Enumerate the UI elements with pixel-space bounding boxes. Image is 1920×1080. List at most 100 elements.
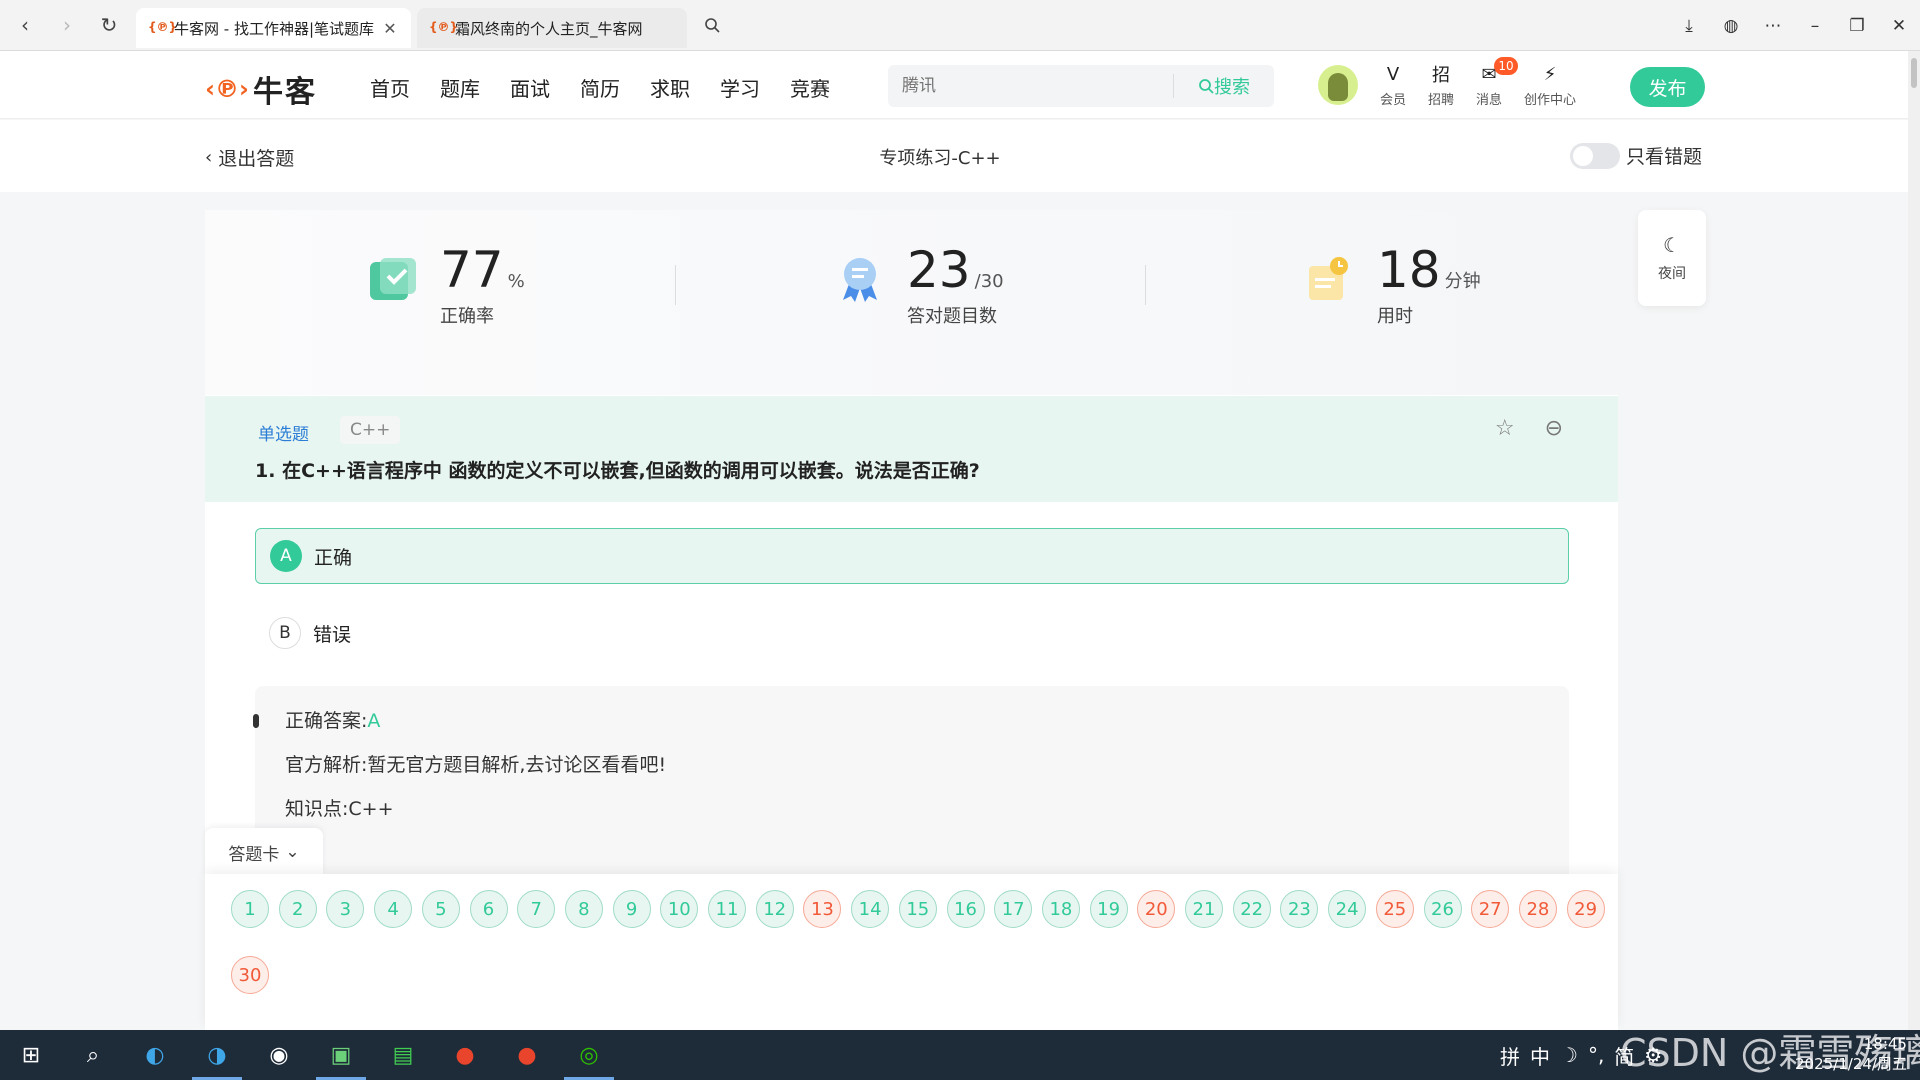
answer-card-item-14[interactable]: 14 (851, 890, 890, 928)
ime-moon-icon[interactable]: ☽ (1560, 1043, 1578, 1067)
wrong-only-toggle-wrap: 只看错题 (1570, 142, 1702, 169)
nav-item-learn[interactable]: 学习 (720, 73, 760, 102)
star-icon[interactable]: ☆ (1495, 416, 1515, 441)
answer-card-item-22[interactable]: 22 (1232, 890, 1271, 928)
nav-item-resume[interactable]: 简历 (580, 73, 620, 102)
ime-chinese[interactable]: 中 (1530, 1041, 1550, 1070)
recruit-button[interactable]: 招 招聘 (1428, 61, 1454, 108)
answer-card-item-6[interactable]: 6 (469, 890, 508, 928)
back-icon[interactable]: ‹ (8, 8, 42, 42)
qq-icon[interactable]: ◉ (248, 1030, 310, 1080)
wrong-only-label: 只看错题 (1626, 146, 1703, 168)
more-icon[interactable]: ⋯ (1752, 16, 1794, 36)
globe-icon[interactable]: ◍ (1710, 16, 1752, 36)
minimize-icon[interactable]: – (1794, 16, 1836, 36)
answer-card: 1 2 3 4 5 6 7 8 9 10 11 12 13 14 15 16 17 18 19 20 21 22 23 24 2… (205, 874, 1618, 1030)
nav-item-interview[interactable]: 面试 (510, 73, 550, 102)
xmind-icon[interactable]: ● (496, 1030, 558, 1080)
search-button-label: 搜索 (1214, 77, 1250, 98)
terminal-icon[interactable]: ▣ (310, 1030, 372, 1080)
answer-card-item-12[interactable]: 12 (755, 890, 794, 928)
taskbar-search-icon[interactable]: ⌕ (62, 1030, 124, 1080)
windows-start-icon[interactable]: ⊞ (0, 1030, 62, 1080)
question-body: 在C++语言程序中 函数的定义不可以嵌套,但函数的调用可以嵌套。说法是否正确? (282, 460, 980, 482)
answer-card-item-3[interactable]: 3 (326, 890, 365, 928)
answer-card-item-25[interactable]: 25 (1375, 890, 1414, 928)
answer-card-item-17[interactable]: 17 (994, 890, 1033, 928)
answer-card-item-5[interactable]: 5 (421, 890, 460, 928)
system-clock[interactable]: 18:45 2025/1/24/周五 (1795, 1034, 1907, 1074)
window-close-icon[interactable]: ✕ (1878, 16, 1920, 36)
correct-answer-label: 正确答案: (285, 710, 368, 732)
night-mode-button[interactable]: ☾ 夜间 (1638, 210, 1706, 306)
member-button[interactable]: V 会员 (1380, 61, 1406, 109)
answer-card-item-30[interactable]: 30 (231, 956, 269, 994)
logo[interactable]: ‹℗› 牛客 (205, 67, 317, 111)
ime-punct-icon[interactable]: °, (1588, 1043, 1604, 1067)
accuracy-stat: 77% 正确率 (368, 242, 525, 328)
xmind-icon[interactable]: ● (434, 1030, 496, 1080)
answer-card-item-26[interactable]: 26 (1423, 890, 1462, 928)
answer-card-item-27[interactable]: 27 (1471, 890, 1510, 928)
answer-card-item-16[interactable]: 16 (946, 890, 985, 928)
answer-card-item-7[interactable]: 7 (517, 890, 556, 928)
window-controls: ⤓ ◍ ⋯ – ❐ ✕ (1668, 0, 1920, 51)
answer-card-item-15[interactable]: 15 (898, 890, 937, 928)
search-button[interactable]: 搜索 (1174, 73, 1274, 99)
answer-card-item-21[interactable]: 21 (1185, 890, 1223, 928)
scrollbar[interactable] (1908, 51, 1920, 1030)
avatar[interactable] (1318, 65, 1358, 105)
scrollbar-thumb[interactable] (1911, 58, 1917, 88)
publish-button[interactable]: 发布 (1630, 67, 1705, 107)
answer-card-item-23[interactable]: 23 (1280, 890, 1319, 928)
answer-card-item-4[interactable]: 4 (374, 890, 413, 928)
vip-icon: V (1386, 63, 1400, 85)
answer-card-toggle[interactable]: 答题卡 ⌄ (205, 828, 323, 876)
creator-center-button[interactable]: ⚡ 创作中心 (1524, 61, 1576, 109)
answer-card-item-10[interactable]: 10 (660, 890, 699, 928)
qt-creator-icon[interactable]: ▤ (372, 1030, 434, 1080)
clock-note-icon (1309, 257, 1348, 300)
edge-icon[interactable]: ◐ (124, 1030, 186, 1080)
answer-card-item-11[interactable]: 11 (708, 890, 746, 928)
browser-tab-active[interactable]: {℗} 牛客网 - 找工作神器|笔试题库 ✕ (136, 8, 411, 48)
tab-search-icon[interactable] (695, 8, 729, 42)
answer-card-item-20[interactable]: 20 (1137, 890, 1176, 928)
minus-circle-icon[interactable]: ⊖ (1545, 416, 1563, 441)
analysis-marker (253, 714, 259, 728)
answer-card-item-28[interactable]: 28 (1518, 890, 1557, 928)
wrong-only-toggle[interactable] (1570, 142, 1620, 169)
option-b[interactable]: B 错误 (255, 605, 1569, 661)
stat-divider (1145, 265, 1146, 305)
download-icon[interactable]: ⤓ (1668, 16, 1710, 36)
forward-icon[interactable]: › (50, 8, 84, 42)
edge-browser-icon[interactable]: ◑ (186, 1030, 248, 1080)
option-a[interactable]: A 正确 (255, 528, 1569, 584)
answer-card-item-24[interactable]: 24 (1328, 890, 1367, 928)
browser-tab[interactable]: {℗} 霜风终南的个人主页_牛客网 (417, 8, 687, 48)
header-icons: V 会员 招 招聘 ✉ 10 消息 ⚡ 创作中心 (1380, 57, 1598, 109)
search-box: 搜索 (888, 65, 1274, 107)
wechat-icon[interactable]: ◎ (558, 1030, 620, 1080)
answer-card-item-8[interactable]: 8 (564, 890, 603, 928)
search-input[interactable] (888, 76, 1173, 96)
answer-card-item-19[interactable]: 19 (1089, 890, 1128, 928)
answer-card-item-9[interactable]: 9 (612, 890, 651, 928)
answer-card-item-13[interactable]: 13 (803, 890, 842, 928)
clock-date: 2025/1/24/周五 (1795, 1055, 1907, 1073)
refresh-icon[interactable]: ↻ (92, 8, 126, 42)
nav-item-home[interactable]: 首页 (370, 73, 410, 102)
answer-card-item-18[interactable]: 18 (1041, 890, 1080, 928)
nav-item-jobs[interactable]: 求职 (650, 73, 690, 102)
nav-item-contest[interactable]: 竞赛 (790, 73, 830, 102)
nav-item-questions[interactable]: 题库 (440, 73, 480, 102)
answer-card-item-29[interactable]: 29 (1566, 890, 1605, 928)
close-icon[interactable]: ✕ (381, 19, 399, 38)
ime-pinyin[interactable]: 拼 (1500, 1041, 1520, 1070)
message-button[interactable]: ✉ 10 消息 (1476, 57, 1519, 108)
answer-card-item-2[interactable]: 2 (278, 890, 317, 928)
accuracy-value: 77 (440, 241, 504, 299)
restore-icon[interactable]: ❐ (1836, 16, 1878, 36)
question-header: 单选题 C++ ☆ ⊖ 1. 在C++语言程序中 函数的定义不可以嵌套,但函数的… (205, 396, 1618, 502)
answer-card-item-1[interactable]: 1 (231, 890, 269, 928)
